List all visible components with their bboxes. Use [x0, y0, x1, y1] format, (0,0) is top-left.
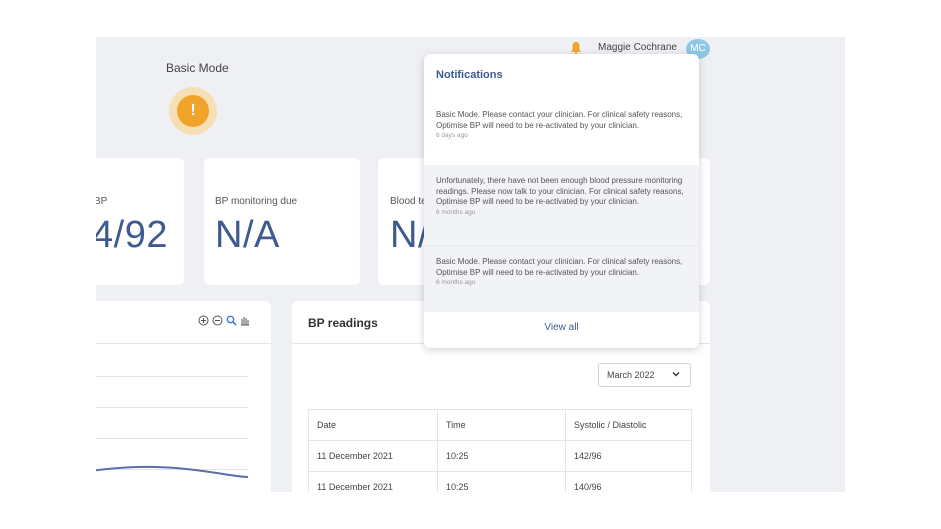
magnifier-icon[interactable]	[226, 315, 237, 326]
pan-hand-icon[interactable]	[239, 315, 250, 326]
chevron-down-icon	[672, 372, 680, 377]
table-cell-date: 11 December 2021	[308, 440, 438, 472]
notification-item[interactable]: Basic Mode. Please contact your clinicia…	[424, 99, 699, 165]
notification-item[interactable]: Basic Mode. Please contact your clinicia…	[424, 245, 699, 312]
bp-trend-line	[96, 465, 249, 478]
readings-table: Date Time Systolic / Diastolic 11 Decemb…	[308, 409, 692, 492]
alert-icon: !	[177, 95, 209, 127]
zoom-out-icon[interactable]	[212, 315, 223, 326]
bp-card-label: BP	[96, 196, 108, 207]
month-select-value: March 2022	[607, 370, 655, 380]
chart-gridline	[96, 438, 248, 439]
notifications-dropdown: Notifications Basic Mode. Please contact…	[424, 54, 699, 348]
notifications-title: Notifications	[436, 69, 503, 81]
user-name[interactable]: Maggie Cochrane	[598, 42, 677, 53]
table-cell-bp: 140/96	[565, 471, 692, 492]
notification-text: Basic Mode. Please contact your clinicia…	[436, 257, 683, 277]
table-cell-bp: 142/96	[565, 440, 692, 472]
column-header-date: Date	[308, 409, 438, 441]
table-cell-time: 10:25	[437, 440, 566, 472]
chart-gridline	[96, 376, 248, 377]
chart-panel-divider	[96, 343, 271, 344]
notification-time: 6 months ago	[436, 279, 476, 286]
notification-text: Basic Mode. Please contact your clinicia…	[436, 110, 683, 130]
table-row: 11 December 2021 10:25 142/96	[308, 440, 692, 472]
bell-icon[interactable]	[570, 41, 582, 55]
blood-test-label: Blood te	[390, 196, 427, 207]
basic-mode-title: Basic Mode	[166, 61, 229, 75]
bp-card-value: 4/92	[96, 214, 168, 256]
table-cell-time: 10:25	[437, 471, 566, 492]
notification-time: 6 months ago	[436, 208, 476, 216]
bp-readings-title: BP readings	[308, 316, 378, 330]
bp-chart-panel	[96, 301, 271, 492]
bp-monitoring-value: N/A	[215, 214, 280, 256]
column-header-systolic-diastolic: Systolic / Diastolic	[565, 409, 692, 441]
view-all-link[interactable]: View all	[424, 322, 699, 333]
notification-text: Unfortunately, there have not been enoug…	[436, 176, 684, 206]
chart-zoom-tools	[198, 315, 250, 326]
notification-item[interactable]: Unfortunately, there have not been enoug…	[424, 165, 699, 245]
table-row: 11 December 2021 10:25 140/96	[308, 471, 692, 492]
zoom-in-icon[interactable]	[198, 315, 209, 326]
bp-monitoring-card: BP monitoring due N/A	[204, 158, 360, 285]
chart-gridline	[96, 407, 248, 408]
month-select[interactable]: March 2022	[598, 363, 691, 387]
bp-card: BP 4/92	[96, 158, 184, 285]
column-header-time: Time	[437, 409, 566, 441]
notification-time: 6 days ago	[436, 132, 468, 139]
table-cell-date: 11 December 2021	[308, 471, 438, 492]
bp-monitoring-label: BP monitoring due	[215, 196, 298, 207]
table-header-row: Date Time Systolic / Diastolic	[308, 409, 692, 441]
